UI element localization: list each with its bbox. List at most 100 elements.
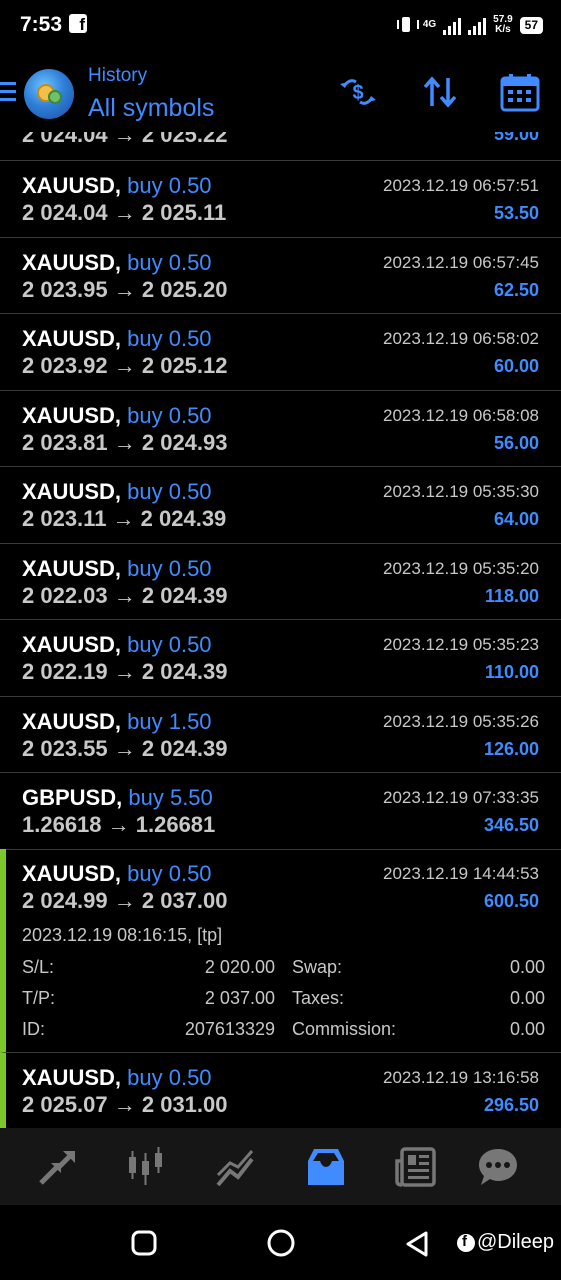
watermark: f @Dileep xyxy=(456,1231,554,1254)
trade-close-time: 2023.12.19 05:35:30 xyxy=(383,482,539,501)
trade-symbol: XAUUSD, xyxy=(22,479,122,504)
trade-symbol: GBPUSD, xyxy=(22,785,123,810)
trade-symbol: XAUUSD, xyxy=(22,402,122,428)
app-logo[interactable] xyxy=(24,69,74,119)
bottom-navigation xyxy=(0,1128,561,1205)
news-icon[interactable] xyxy=(394,1145,438,1189)
trade-profit: 62.50 xyxy=(493,279,539,300)
list-item[interactable]: XAUUSD, buy 0.50 2023.12.19 06:58:08 2 023… xyxy=(0,391,561,467)
trade-close-time: 2023.12.19 14:44:53 xyxy=(383,864,539,883)
trade-side: buy 0.50 xyxy=(127,479,212,504)
trade-close-time: 2023.12.19 06:57:45 xyxy=(383,252,539,272)
sort-icon[interactable] xyxy=(420,72,460,112)
trade-symbol: XAUUSD, xyxy=(22,632,122,657)
list-item[interactable]: XAUUSD, buy 0.50 2023.12.19 05:35:20 2 022… xyxy=(0,544,561,620)
taxes-value: 0.00 xyxy=(509,988,545,1008)
trade-prices: 2 025.07 → 2 031.00 xyxy=(22,1092,228,1117)
vibrate-icon xyxy=(396,15,419,35)
network-type: 4G xyxy=(422,19,437,30)
trade-prices: 2 024.99 → 2 037.00 xyxy=(22,888,228,913)
trade-title: XAUUSD, buy 1.50 xyxy=(22,709,212,735)
trade-profit: 118.00 xyxy=(484,585,539,606)
trade-prices: 2 023.11 → 2 024.39 xyxy=(22,506,227,531)
trade-profit: 59.00 xyxy=(493,132,539,144)
trade-profit: 296.50 xyxy=(483,1095,539,1115)
list-item[interactable]: XAUUSD, buy 0.50 2023.12.19 06:58:02 2 023… xyxy=(0,314,561,391)
home-button[interactable] xyxy=(266,1228,296,1258)
facebook-icon: f xyxy=(456,1233,475,1252)
trade-prices: 2 024.04 → 2 025.22 xyxy=(22,132,228,147)
trade-prices: 2 024.04 → 2 025.11 xyxy=(22,200,227,225)
list-item[interactable]: XAUUSD, buy 0.50 2023.12.19 06:57:51 2 024… xyxy=(0,161,561,238)
list-item[interactable]: XAUUSD, buy 0.50 2023.12.19 05:35:23 2 022… xyxy=(0,620,561,697)
trade-close-time: 2023.12.19 06:58:02 xyxy=(383,329,539,348)
facebook-notification-icon: f xyxy=(69,14,87,34)
battery-icon: 57 xyxy=(519,16,543,34)
trade-profit: 126.00 xyxy=(483,738,539,759)
back-button[interactable] xyxy=(404,1230,432,1258)
commission-value: 0.00 xyxy=(509,1019,545,1039)
menu-icon[interactable] xyxy=(0,82,16,102)
trade-title: XAUUSD, buy 0.50 xyxy=(22,403,212,429)
sl-value: 2 020.00 xyxy=(204,957,275,977)
trade-title: GBPUSD, buy 5.50 xyxy=(22,785,213,811)
trade-open-info: 2023.12.19 08:16:15, [tp] xyxy=(22,925,223,945)
trade-profit: 64.00 xyxy=(493,509,539,529)
status-bar: 7:53 f 4G 57.9 K/s 57 xyxy=(0,0,561,52)
trade-close-time: 2023.12.19 06:58:08 xyxy=(383,405,539,425)
trade-title: XAUUSD, buy 0.50 xyxy=(22,250,212,276)
svg-text:$: $ xyxy=(352,82,363,104)
trade-title: XAUUSD, buy 0.50 xyxy=(22,326,212,352)
history-list[interactable]: 2 024.04 → 2 025.22 59.00 XAUUSD, buy 0.… xyxy=(0,132,561,1128)
trade-profit: 60.00 xyxy=(493,356,539,376)
quotes-icon[interactable] xyxy=(35,1145,79,1189)
trade-title: XAUUSD, buy 0.50 xyxy=(22,173,212,199)
swap-value: 0.00 xyxy=(509,957,545,977)
swap-label: Swap: xyxy=(292,957,343,977)
chart-icon[interactable] xyxy=(124,1145,168,1189)
list-item[interactable]: XAUUSD, buy 0.50 2023.12.19 05:35:30 2 023… xyxy=(0,467,561,544)
history-icon[interactable] xyxy=(304,1145,348,1189)
trade-profit: 110.00 xyxy=(484,662,539,682)
app-header: History All symbols $ xyxy=(0,52,561,132)
trade-side: buy 0.50 xyxy=(127,632,212,657)
trade-side: buy 0.50 xyxy=(127,861,212,886)
trade-title: XAUUSD, buy 0.50 xyxy=(22,556,212,582)
trade-profit: 53.50 xyxy=(493,203,539,223)
trade-close-time: 2023.12.19 13:16:58 xyxy=(383,1068,539,1087)
trade-title: XAUUSD, buy 0.50 xyxy=(22,1065,212,1091)
trade-symbol: XAUUSD, xyxy=(22,249,122,275)
trade-close-time: 2023.12.19 05:35:23 xyxy=(383,635,539,654)
list-item[interactable]: 2 024.04 → 2 025.22 59.00 xyxy=(0,132,561,161)
trade-side: buy 1.50 xyxy=(127,708,212,734)
trade-side: buy 0.50 xyxy=(127,173,212,198)
trade-symbol: XAUUSD, xyxy=(22,861,122,886)
header-title[interactable]: All symbols xyxy=(88,94,214,123)
list-item[interactable]: XAUUSD, buy 0.50 2023.12.19 06:57:45 2 023… xyxy=(0,238,561,314)
recents-button[interactable] xyxy=(131,1230,157,1256)
trade-symbol: XAUUSD, xyxy=(22,326,122,351)
trade-title: XAUUSD, buy 0.50 xyxy=(22,632,212,658)
selected-trade-row[interactable]: XAUUSD, buy 0.50 2023.12.19 14:44:53 2 0… xyxy=(0,849,561,1053)
chat-icon[interactable] xyxy=(476,1145,520,1189)
trade-side: buy 0.50 xyxy=(127,555,212,581)
list-item[interactable]: XAUUSD, buy 0.50 2023.12.19 13:16:58 2 0… xyxy=(0,1053,561,1128)
deposit-withdraw-icon[interactable]: $ xyxy=(338,72,378,112)
system-navigation: f @Dileep xyxy=(0,1205,561,1280)
list-item[interactable]: XAUUSD, buy 1.50 2023.12.19 05:35:26 2 023… xyxy=(0,697,561,773)
id-label: ID: xyxy=(22,1019,46,1039)
trade-prices: 2 023.55 → 2 024.39 xyxy=(22,735,228,761)
trade-prices: 2 022.03 → 2 024.39 xyxy=(22,582,228,608)
status-icons: 4G 57.9 K/s 57 xyxy=(396,12,543,38)
calendar-icon[interactable] xyxy=(500,72,540,112)
list-item[interactable]: GBPUSD, buy 5.50 2023.12.19 07:33:35 1.266… xyxy=(0,773,561,850)
trade-symbol: XAUUSD, xyxy=(22,708,122,734)
trade-side: buy 0.50 xyxy=(127,249,212,275)
trade-prices: 2 023.92 → 2 025.12 xyxy=(22,353,228,378)
taxes-label: Taxes: xyxy=(292,988,345,1008)
signal-icon xyxy=(443,15,462,35)
signal-icon-2 xyxy=(468,15,487,35)
trade-icon[interactable] xyxy=(214,1145,258,1189)
commission-label: Commission: xyxy=(292,1019,397,1039)
trade-profit: 346.50 xyxy=(483,815,539,835)
